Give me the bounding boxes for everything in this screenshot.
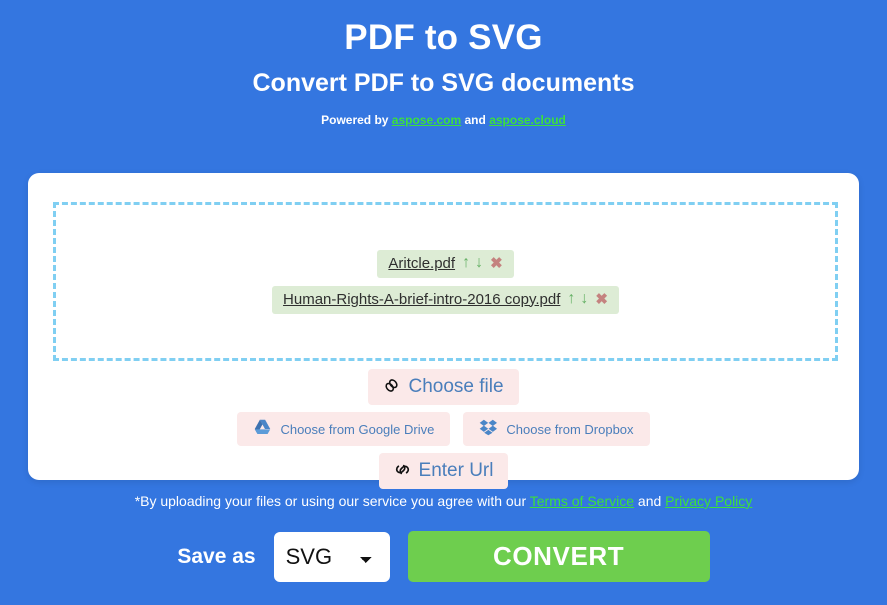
- list-item[interactable]: Human-Rights-A-brief-intro-2016 copy.pdf…: [272, 285, 619, 314]
- choose-file-label: Choose file: [408, 376, 504, 397]
- upload-card: Aritcle.pdf ↑ ↓ ✖ Human-Rights-A-brief-i…: [28, 173, 859, 489]
- remove-icon[interactable]: ✖: [595, 292, 608, 307]
- powered-by-prefix: Powered by: [321, 112, 392, 127]
- arrow-down-icon[interactable]: ↓: [475, 255, 483, 271]
- file-actions: ↑ ↓ ✖: [567, 291, 608, 307]
- powered-by-middle: and: [461, 112, 490, 127]
- page-subtitle: Convert PDF to SVG documents: [252, 68, 635, 97]
- choose-file-row: Choose file: [368, 369, 519, 405]
- paperclip-icon: [383, 377, 400, 397]
- google-drive-label: Choose from Google Drive: [280, 421, 435, 437]
- save-as-label: Save as: [177, 544, 256, 568]
- disclaimer-prefix: *By uploading your files or using our se…: [134, 493, 530, 509]
- file-dropzone[interactable]: Aritcle.pdf ↑ ↓ ✖ Human-Rights-A-brief-i…: [53, 202, 838, 361]
- file-name-link[interactable]: Human-Rights-A-brief-intro-2016 copy.pdf: [283, 291, 560, 308]
- remove-icon[interactable]: ✖: [490, 256, 503, 271]
- dropbox-label: Choose from Dropbox: [506, 421, 634, 437]
- file-source-buttons: Choose file Choose from Google Drive Cho…: [28, 369, 859, 489]
- terms-of-service-link[interactable]: Terms of Service: [530, 493, 634, 509]
- enter-url-label: Enter Url: [418, 460, 494, 481]
- disclaimer-middle: and: [634, 493, 666, 509]
- enter-url-row: Enter Url: [378, 453, 509, 489]
- page-header: PDF to SVG Convert PDF to SVG documents …: [0, 0, 887, 127]
- choose-file-button[interactable]: Choose file: [368, 369, 519, 405]
- page-title: PDF to SVG: [344, 18, 543, 57]
- enter-url-button[interactable]: Enter Url: [378, 453, 509, 489]
- convert-controls: Save as SVG CONVERT: [0, 531, 887, 582]
- arrow-down-icon[interactable]: ↓: [580, 291, 588, 307]
- file-name-link[interactable]: Aritcle.pdf: [388, 255, 455, 272]
- arrow-up-icon[interactable]: ↑: [567, 291, 575, 307]
- dropbox-icon: [479, 419, 498, 439]
- file-actions: ↑ ↓ ✖: [462, 255, 503, 271]
- convert-button[interactable]: CONVERT: [407, 531, 710, 582]
- aspose-cloud-link[interactable]: aspose.cloud: [489, 113, 566, 127]
- privacy-policy-link[interactable]: Privacy Policy: [665, 493, 752, 509]
- google-drive-icon: [253, 419, 272, 439]
- powered-by-line: Powered by aspose.com and aspose.cloud: [0, 113, 887, 127]
- arrow-up-icon[interactable]: ↑: [462, 255, 470, 271]
- choose-from-dropbox-button[interactable]: Choose from Dropbox: [463, 412, 650, 446]
- list-item[interactable]: Aritcle.pdf ↑ ↓ ✖: [377, 249, 514, 278]
- cloud-sources-row: Choose from Google Drive Choose from Dro…: [237, 412, 650, 446]
- disclaimer-text: *By uploading your files or using our se…: [0, 493, 887, 509]
- output-format-select[interactable]: SVG: [273, 531, 390, 582]
- choose-from-google-drive-button[interactable]: Choose from Google Drive: [237, 412, 451, 446]
- aspose-com-link[interactable]: aspose.com: [392, 113, 461, 127]
- link-icon: [394, 461, 411, 481]
